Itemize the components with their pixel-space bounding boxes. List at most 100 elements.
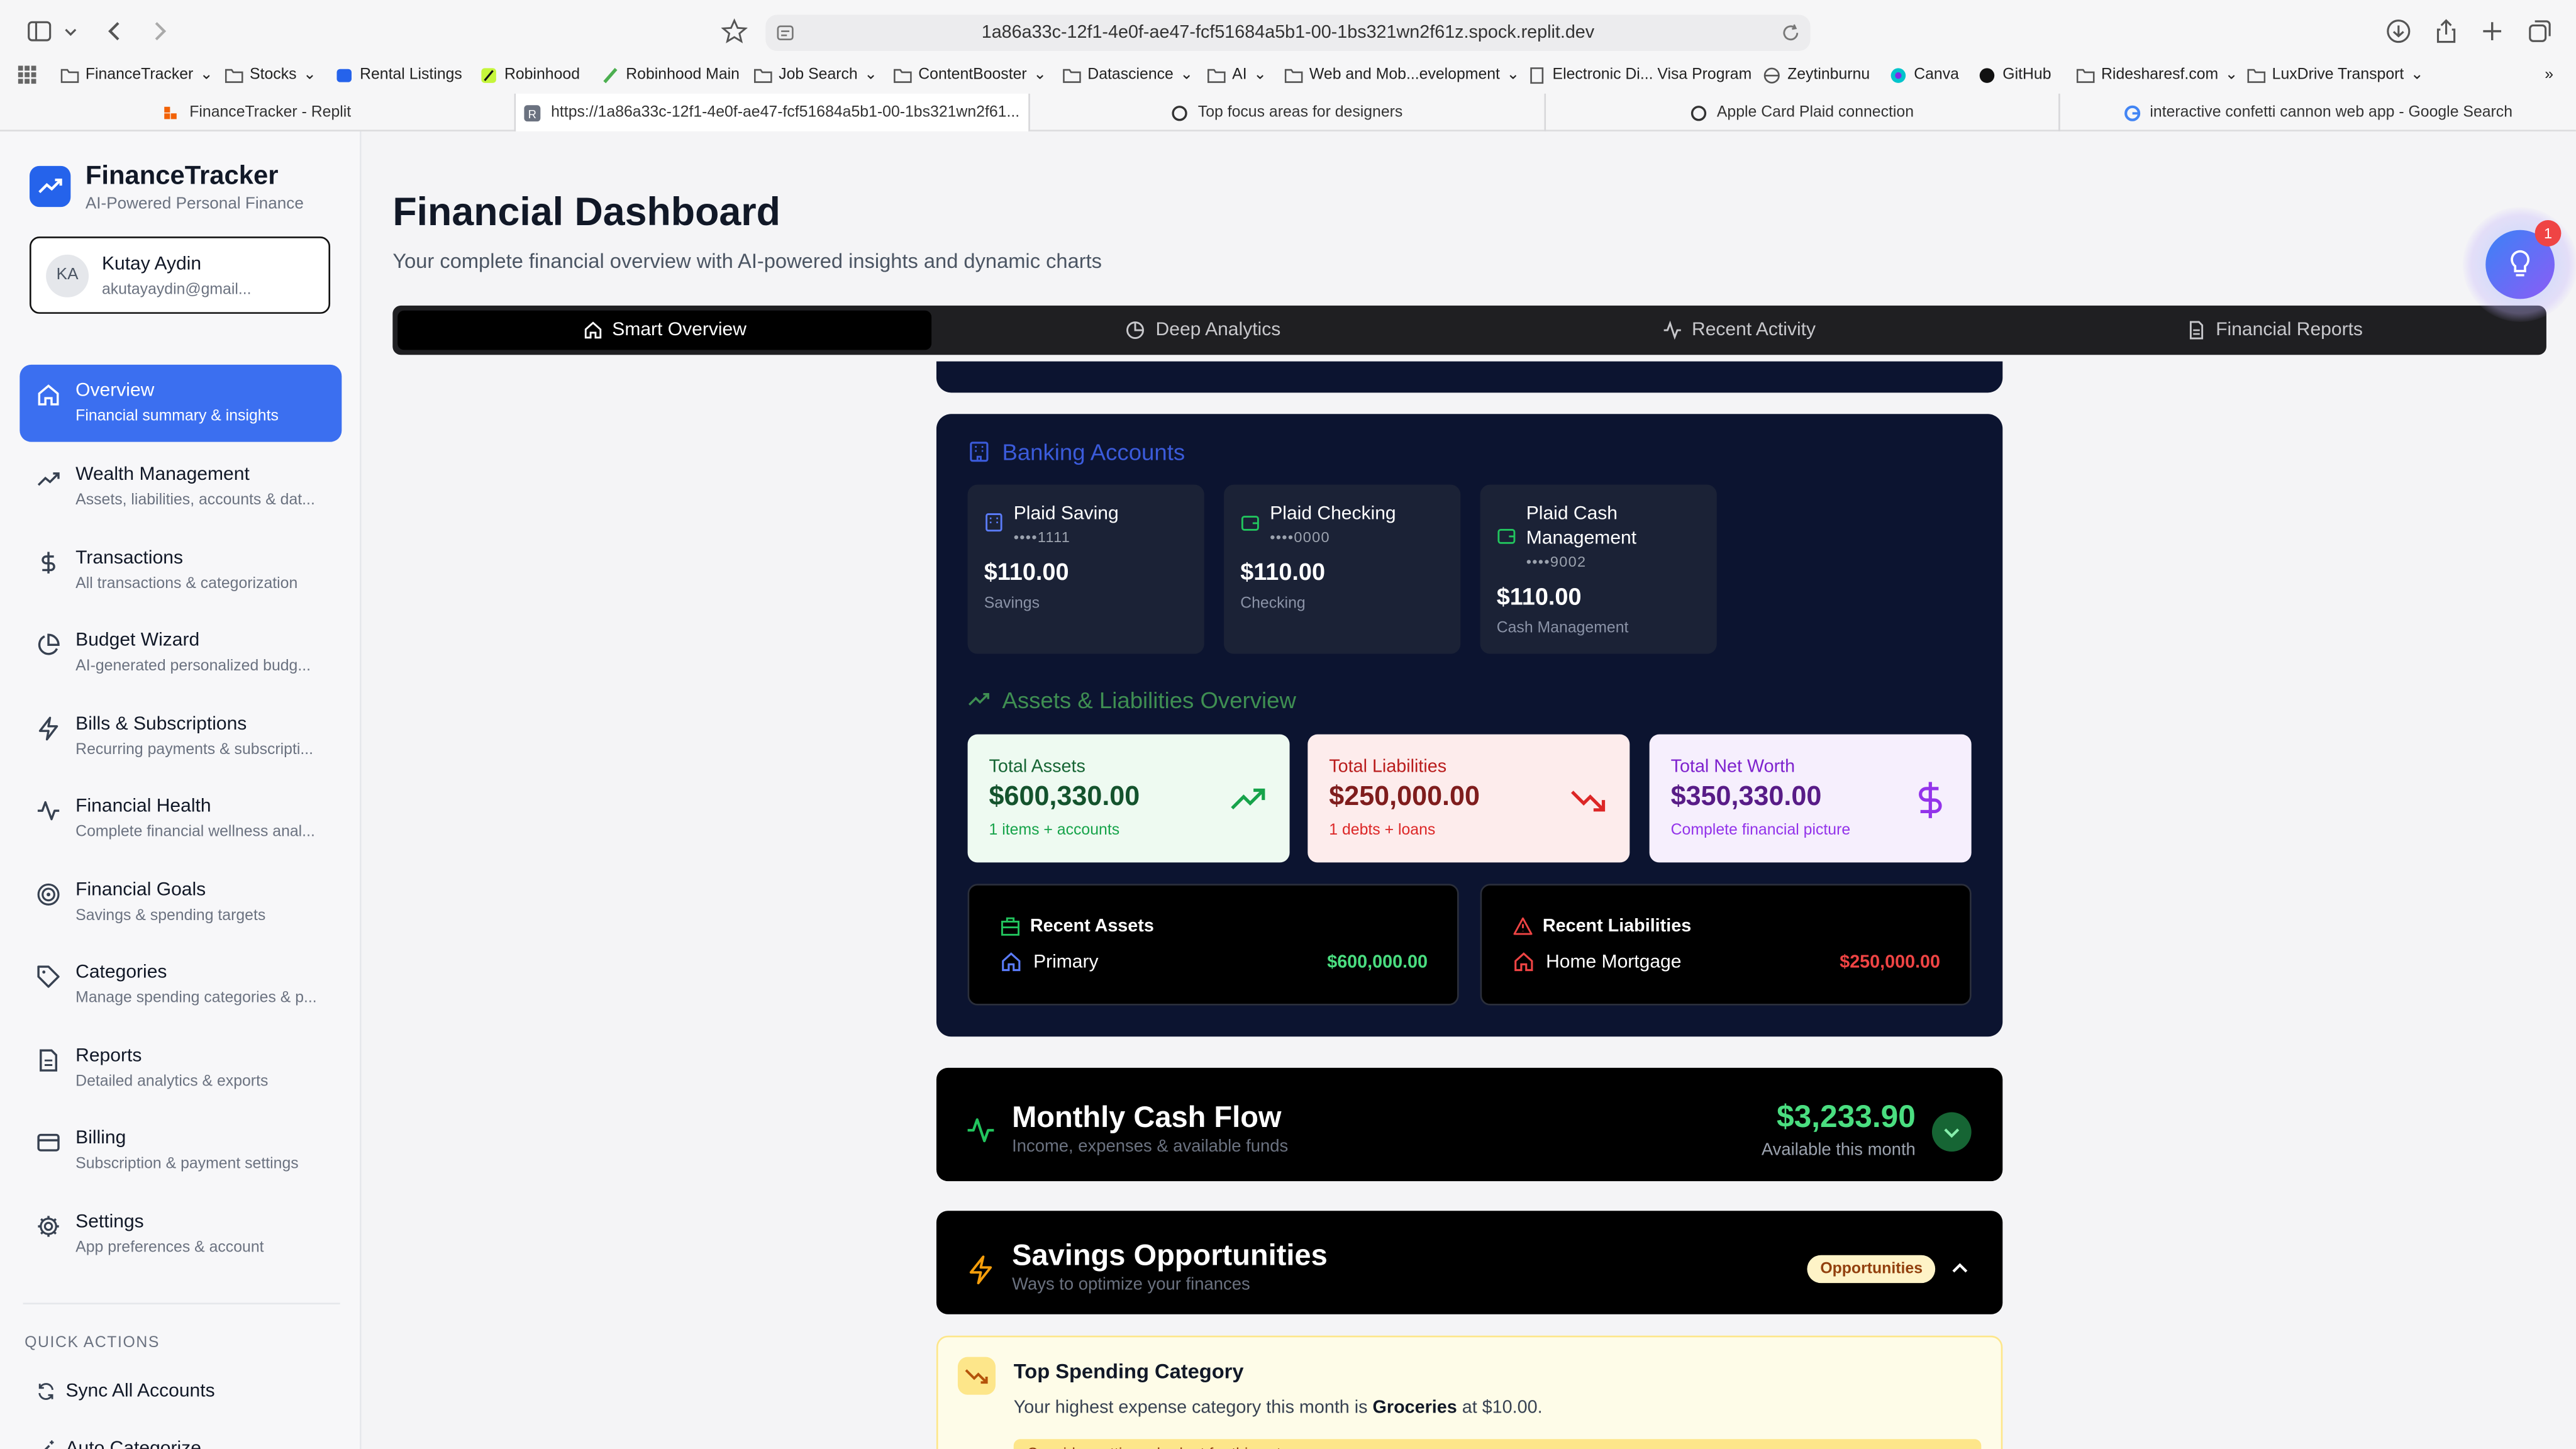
forward-icon[interactable]: [146, 18, 172, 45]
user-menu[interactable]: KA Kutay Aydin akutayaydin@gmail...: [30, 236, 331, 314]
bookmark-link[interactable]: Robinhood: [480, 65, 580, 84]
recent-asset-value: $600,000.00: [1327, 953, 1428, 973]
globe-icon: [1763, 67, 1780, 83]
robinhood-favicon-icon: [481, 67, 496, 82]
share-icon[interactable]: [2433, 18, 2460, 45]
bookmark-folder[interactable]: AI ⌄: [1207, 65, 1267, 84]
bookmark-folder[interactable]: Web and Mob...evelopment ⌄: [1284, 65, 1519, 84]
more-bookmarks-icon[interactable]: »: [2545, 65, 2553, 84]
sidebar-item-financial-health[interactable]: Financial Health Complete financial well…: [19, 780, 341, 858]
sidebar-item-sub: Recurring payments & subscripti...: [75, 741, 314, 759]
bookmark-link[interactable]: Electronic Di... Visa Program: [1528, 65, 1752, 84]
chevron-down-icon: ⌄: [1180, 65, 1194, 84]
bookmark-link[interactable]: Canva: [1889, 65, 1959, 84]
sidebar-item-overview[interactable]: Overview Financial summary & insights: [19, 364, 342, 442]
site-info-icon[interactable]: [775, 23, 795, 43]
monthly-cash-flow-panel[interactable]: Monthly Cash Flow Income, expenses & ava…: [936, 1067, 2003, 1182]
bookmark-link[interactable]: Zeytinburnu: [1763, 65, 1870, 84]
account-mask: ••••1111: [1013, 529, 1071, 546]
account-card[interactable]: Plaid Checking ••••0000 $110.00 Checking: [1224, 484, 1461, 654]
card-icon: [36, 1130, 60, 1155]
browser-tab-active[interactable]: Rhttps://1a86a33c-12f1-4e0f-ae47-fcf5168…: [516, 93, 1030, 131]
recent-liability-item: Home Mortgage: [1513, 951, 1682, 972]
account-card[interactable]: Plaid Cash Management ••••9002 $110.00 C…: [1480, 484, 1717, 654]
sidebar-toggle-icon[interactable]: [26, 18, 53, 45]
quick-actions-title: QUICK ACTIONS: [25, 1334, 160, 1352]
bookmark-folder[interactable]: FinanceTracker ⌄: [60, 65, 213, 84]
bookmark-link[interactable]: Robinhood Main: [601, 65, 740, 84]
activity-icon: [36, 799, 60, 823]
savings-opportunities-panel[interactable]: Savings Opportunities Ways to optimize y…: [936, 1211, 2003, 1314]
browser-tab[interactable]: Apple Card Plaid connection: [1546, 93, 2060, 131]
tip-amount: $10.00: [1482, 1397, 1538, 1418]
sidebar-item-sub: Assets, liabilities, accounts & dat...: [75, 491, 315, 509]
total-assets-card[interactable]: Total Assets $600,330.00 1 items + accou…: [967, 734, 1290, 863]
bank-icon: [984, 513, 1004, 532]
account-type: Cash Management: [1496, 619, 1629, 638]
bookmark-folder[interactable]: Job Search ⌄: [753, 65, 877, 84]
tab-overview-icon[interactable]: [2527, 18, 2553, 45]
back-icon[interactable]: [102, 18, 128, 45]
ai-insights-button[interactable]: 1: [2462, 207, 2576, 322]
sidebar-item-transactions[interactable]: Transactions All transactions & categori…: [19, 532, 341, 609]
tab-deep-analytics[interactable]: Deep Analytics: [936, 311, 1470, 350]
bookmark-folder[interactable]: Datascience ⌄: [1063, 65, 1193, 84]
page-title: Financial Dashboard: [392, 191, 780, 235]
bookmark-folder[interactable]: Stocks ⌄: [225, 65, 316, 84]
browser-tab[interactable]: interactive confetti cannon web app - Go…: [2060, 94, 2576, 131]
tab-smart-overview[interactable]: Smart Overview: [397, 310, 932, 350]
downloads-icon[interactable]: [2385, 18, 2412, 45]
bookmark-link[interactable]: Rental Listings: [335, 65, 462, 84]
bookmark-link[interactable]: GitHub: [1978, 65, 2051, 84]
chevron-down-icon[interactable]: [62, 18, 79, 45]
url-text[interactable]: 1a86a33c-12f1-4e0f-ae47-fcf51684a5b1-00-…: [982, 23, 1594, 43]
bookmark-folder[interactable]: LuxDrive Transport ⌄: [2247, 65, 2424, 84]
app-tagline: AI-Powered Personal Finance: [85, 195, 304, 214]
tab-financial-reports[interactable]: Financial Reports: [2007, 311, 2541, 350]
sidebar-item-budget-wizard[interactable]: Budget Wizard AI-generated personalized …: [19, 614, 341, 692]
sidebar-item-reports[interactable]: Reports Detailed analytics & exports: [19, 1030, 341, 1108]
recent-assets-card[interactable]: Recent Assets Primary $600,000.00: [967, 884, 1459, 1006]
account-type: Checking: [1240, 594, 1306, 613]
sidebar-item-financial-goals[interactable]: Financial Goals Savings & spending targe…: [19, 864, 341, 941]
sync-accounts-button[interactable]: Sync All Accounts: [36, 1382, 215, 1401]
tag-icon: [36, 964, 60, 989]
total-liabilities-label: Total Liabilities: [1329, 757, 1447, 777]
recent-liabilities-card[interactable]: Recent Liabilities Home Mortgage $250,00…: [1480, 884, 1972, 1006]
account-mask: ••••0000: [1270, 529, 1330, 546]
account-balance: $110.00: [1496, 584, 1582, 611]
sidebar-item-categories[interactable]: Categories Manage spending categories & …: [19, 947, 341, 1024]
sidebar-item-billing[interactable]: Billing Subscription & payment settings: [19, 1112, 341, 1189]
sidebar-item-label: Settings: [75, 1212, 144, 1233]
bookmark-folder[interactable]: Ridesharesf.com ⌄: [2076, 65, 2238, 84]
apps-grid-icon[interactable]: [18, 65, 36, 84]
sidebar-item-bills-subscriptions[interactable]: Bills & Subscriptions Recurring payments…: [19, 698, 341, 775]
sidebar-item-wealth-management[interactable]: Wealth Management Assets, liabilities, a…: [19, 448, 341, 526]
github-icon: [1979, 67, 1995, 82]
sidebar-divider: [23, 1302, 340, 1305]
address-bar[interactable]: 1a86a33c-12f1-4e0f-ae47-fcf51684a5b1-00-…: [765, 14, 1811, 51]
bookmark-star-icon[interactable]: [721, 18, 748, 45]
browser-tab[interactable]: FinanceTracker - Replit: [0, 93, 516, 131]
expand-toggle-button[interactable]: [1931, 1112, 1972, 1152]
auto-categorize-button[interactable]: Auto Categorize: [36, 1439, 201, 1449]
reload-icon[interactable]: [1781, 23, 1801, 43]
sidebar-item-settings[interactable]: Settings App preferences & account: [19, 1196, 341, 1274]
total-liabilities-card[interactable]: Total Liabilities $250,000.00 1 debts + …: [1307, 734, 1630, 863]
sidebar-item-label: Financial Health: [75, 796, 211, 817]
collapse-toggle-button[interactable]: [1948, 1257, 1972, 1280]
sidebar-item-sub: Financial summary & insights: [75, 407, 279, 426]
sidebar-item-label: Overview: [75, 381, 155, 401]
browser-tab[interactable]: Top focus areas for designers: [1030, 93, 1546, 131]
tab-recent-activity[interactable]: Recent Activity: [1472, 311, 2006, 350]
account-card[interactable]: Plaid Saving ••••1111 $110.00 Savings: [967, 484, 1204, 654]
recent-liability-value: $250,000.00: [1840, 953, 1941, 973]
trending-up-icon: [36, 467, 60, 491]
recent-assets-title: Recent Assets: [1001, 917, 1154, 936]
folder-icon: [1284, 68, 1303, 82]
bookmark-folder[interactable]: ContentBooster ⌄: [894, 65, 1046, 84]
net-worth-card[interactable]: Total Net Worth $350,330.00 Complete fin…: [1649, 734, 1972, 863]
new-tab-icon[interactable]: [2479, 18, 2506, 45]
browser-tabs: FinanceTracker - Replit Rhttps://1a86a33…: [0, 93, 2576, 131]
wallet-icon: [1240, 513, 1260, 532]
